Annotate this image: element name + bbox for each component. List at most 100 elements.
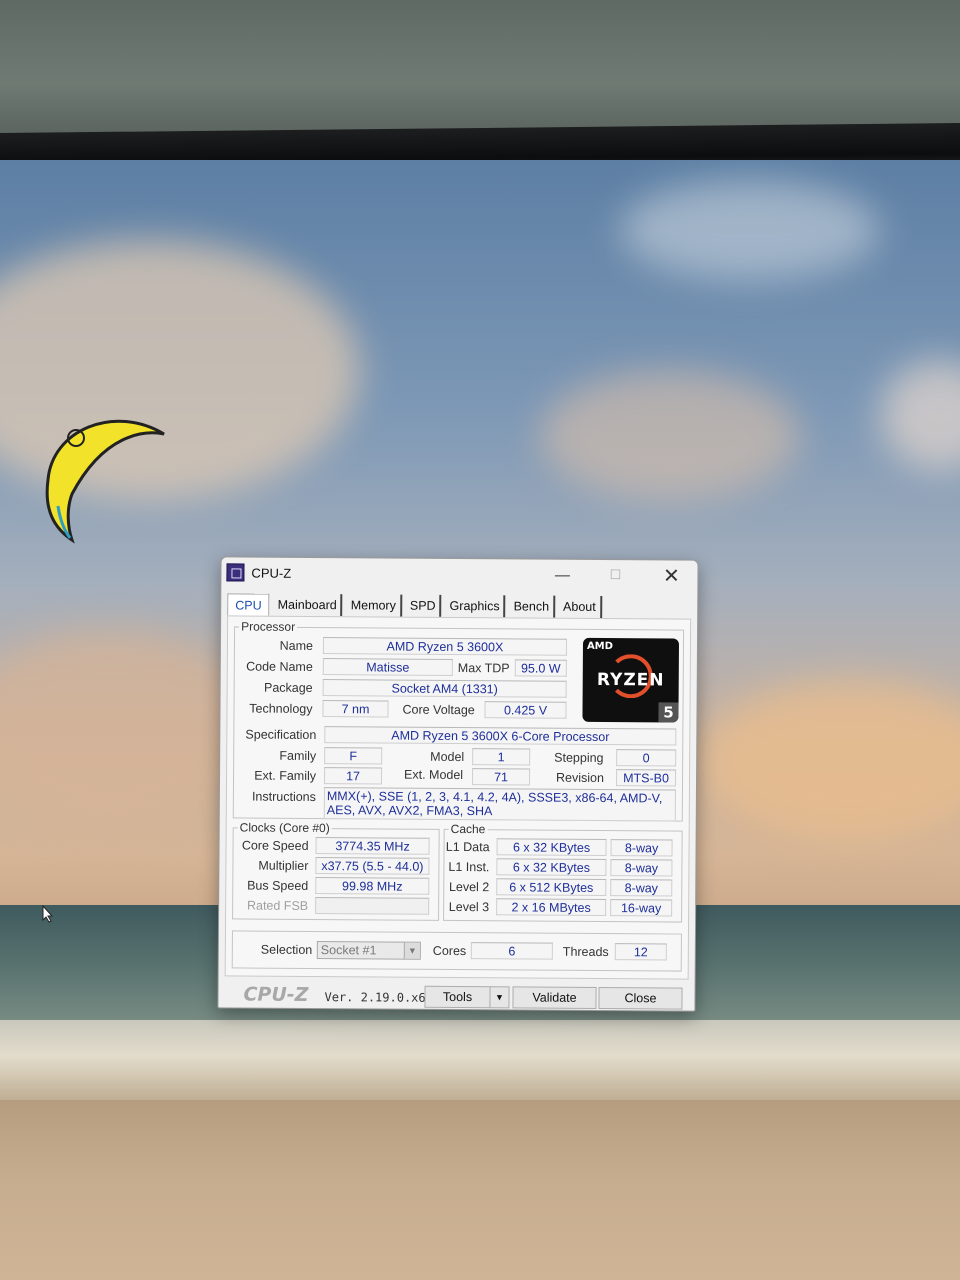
- maximize-button[interactable]: ☐: [592, 563, 638, 587]
- cache-level-label: L1 Data: [445, 839, 490, 855]
- cache-group: Cache L1 Data 6 x 32 KBytes 8-way L1 Ins…: [443, 821, 683, 923]
- cache-size-field: 6 x 512 KBytes: [496, 878, 607, 897]
- tools-button[interactable]: Tools: [424, 985, 491, 1009]
- cache-ways-field: 8-way: [610, 839, 673, 857]
- cache-size-field: 6 x 32 KBytes: [496, 858, 607, 877]
- multiplier-field: x37.75 (5.5 - 44.0): [315, 857, 430, 875]
- technology-label: Technology: [249, 701, 313, 716]
- package-field: Socket AM4 (1331): [322, 679, 567, 698]
- socket-select[interactable]: Socket #1 ▼: [316, 941, 421, 960]
- code-name-label: Code Name: [246, 659, 313, 674]
- stepping-field: 0: [616, 749, 677, 767]
- tab-bar: CPU Mainboard Memory SPD Graphics Bench …: [227, 593, 606, 618]
- technology-field: 7 nm: [322, 700, 389, 718]
- cache-level-label: Level 3: [448, 899, 490, 915]
- family-label: Family: [279, 748, 317, 764]
- tab-mainboard[interactable]: Mainboard: [273, 593, 343, 617]
- tab-memory[interactable]: Memory: [346, 594, 402, 617]
- threads-label: Threads: [562, 944, 609, 960]
- chevron-down-icon: ▼: [403, 942, 420, 959]
- clocks-group-label: Clocks (Core #0): [237, 820, 332, 836]
- close-icon: ✕: [662, 564, 680, 588]
- ryzen-tier-badge: 5: [658, 702, 679, 723]
- threads-field: 12: [614, 943, 667, 961]
- instructions-label: Instructions: [251, 789, 316, 805]
- revision-field: MTS-B0: [615, 769, 677, 787]
- cache-level-label: Level 2: [448, 879, 490, 895]
- multiplier-label: Multiplier: [258, 858, 309, 873]
- cores-label: Cores: [432, 943, 467, 959]
- tab-bench[interactable]: Bench: [509, 595, 556, 618]
- mouse-cursor-icon: [42, 905, 54, 923]
- minimize-button[interactable]: —: [539, 563, 585, 587]
- cache-group-label: Cache: [448, 821, 488, 837]
- rated-fsb-field: [315, 897, 430, 915]
- cloud: [540, 370, 800, 500]
- cpu-tab-panel: Processor Name AMD Ryzen 5 3600X Code Na…: [224, 615, 692, 980]
- ext-model-field: 71: [471, 768, 531, 786]
- title-bar[interactable]: CPU-Z — ☐ ✕: [221, 557, 697, 592]
- cache-level-label: L1 Inst.: [448, 859, 490, 875]
- processor-group-label: Processor: [239, 619, 298, 634]
- close-button[interactable]: Close: [598, 986, 683, 1010]
- beach-sand: [0, 1100, 960, 1280]
- ryzen-brand-text: RYZEN: [596, 669, 665, 691]
- specification-field: AMD Ryzen 5 3600X 6-Core Processor: [324, 726, 677, 746]
- cloud: [620, 180, 880, 280]
- ext-family-label: Ext. Family: [254, 768, 317, 784]
- cache-size-field: 6 x 32 KBytes: [496, 838, 607, 857]
- max-tdp-field: 95.0 W: [514, 659, 567, 677]
- package-label: Package: [263, 680, 313, 695]
- amd-ryzen-5-logo: AMD RYZEN 5: [582, 637, 680, 723]
- processor-group: Processor Name AMD Ryzen 5 3600X Code Na…: [232, 619, 685, 822]
- cpuz-chip-icon: [226, 563, 245, 582]
- core-speed-field: 3774.35 MHz: [315, 837, 430, 855]
- maximize-icon: ☐: [609, 567, 622, 583]
- surf-foam: [0, 1020, 960, 1110]
- socket-select-value: Socket #1: [320, 943, 377, 958]
- name-field: AMD Ryzen 5 3600X: [322, 637, 568, 656]
- ext-model-label: Ext. Model: [404, 767, 464, 783]
- chevron-down-icon: ▼: [495, 992, 504, 1003]
- bus-speed-label: Bus Speed: [247, 878, 309, 893]
- kite-icon: [45, 419, 165, 544]
- tab-about[interactable]: About: [558, 595, 602, 618]
- code-name-field: Matisse: [322, 658, 453, 676]
- core-voltage-label: Core Voltage: [402, 702, 475, 718]
- version-text: Ver. 2.19.0.x64: [324, 990, 433, 1005]
- revision-label: Revision: [555, 770, 605, 786]
- wall: [0, 0, 960, 140]
- tab-spd[interactable]: SPD: [405, 594, 442, 617]
- window-title: CPU-Z: [251, 565, 292, 581]
- bus-speed-field: 99.98 MHz: [315, 877, 430, 895]
- core-voltage-field: 0.425 V: [484, 701, 567, 719]
- cpuz-window[interactable]: CPU-Z — ☐ ✕ CPU Mainboard Memory SPD Gra…: [217, 556, 699, 1012]
- selection-label: Selection: [260, 942, 313, 957]
- max-tdp-label: Max TDP: [457, 660, 510, 676]
- name-label: Name: [279, 638, 314, 653]
- tab-graphics[interactable]: Graphics: [445, 594, 506, 618]
- instructions-field: MMX(+), SSE (1, 2, 3, 4.1, 4.2, 4A), SSS…: [323, 787, 676, 822]
- specification-label: Specification: [245, 727, 317, 743]
- cache-ways-field: 8-way: [610, 859, 673, 877]
- cache-size-field: 2 x 16 MBytes: [496, 898, 607, 917]
- rated-fsb-label: Rated FSB: [246, 898, 309, 913]
- tools-dropdown-button[interactable]: ▼: [489, 986, 510, 1009]
- amd-brand-text: AMD: [586, 640, 614, 653]
- cloud: [700, 680, 960, 840]
- cache-ways-field: 8-way: [610, 879, 673, 897]
- cache-ways-field: 16-way: [610, 899, 673, 917]
- model-field: 1: [472, 748, 531, 766]
- close-window-button[interactable]: ✕: [648, 563, 694, 587]
- stepping-label: Stepping: [554, 750, 604, 766]
- family-field: F: [324, 747, 383, 765]
- cloud: [880, 360, 960, 470]
- minimize-icon: —: [554, 566, 571, 584]
- tab-cpu[interactable]: CPU: [227, 593, 270, 616]
- validate-button[interactable]: Validate: [512, 986, 597, 1009]
- cores-field: 6: [470, 942, 553, 960]
- footer-bar: CPU-Z Ver. 2.19.0.x64 Tools ▼ Validate C…: [218, 981, 694, 1010]
- model-label: Model: [430, 749, 465, 765]
- selection-group: Selection Socket #1 ▼ Cores 6 Threads 12: [231, 930, 682, 972]
- core-speed-label: Core Speed: [241, 838, 309, 853]
